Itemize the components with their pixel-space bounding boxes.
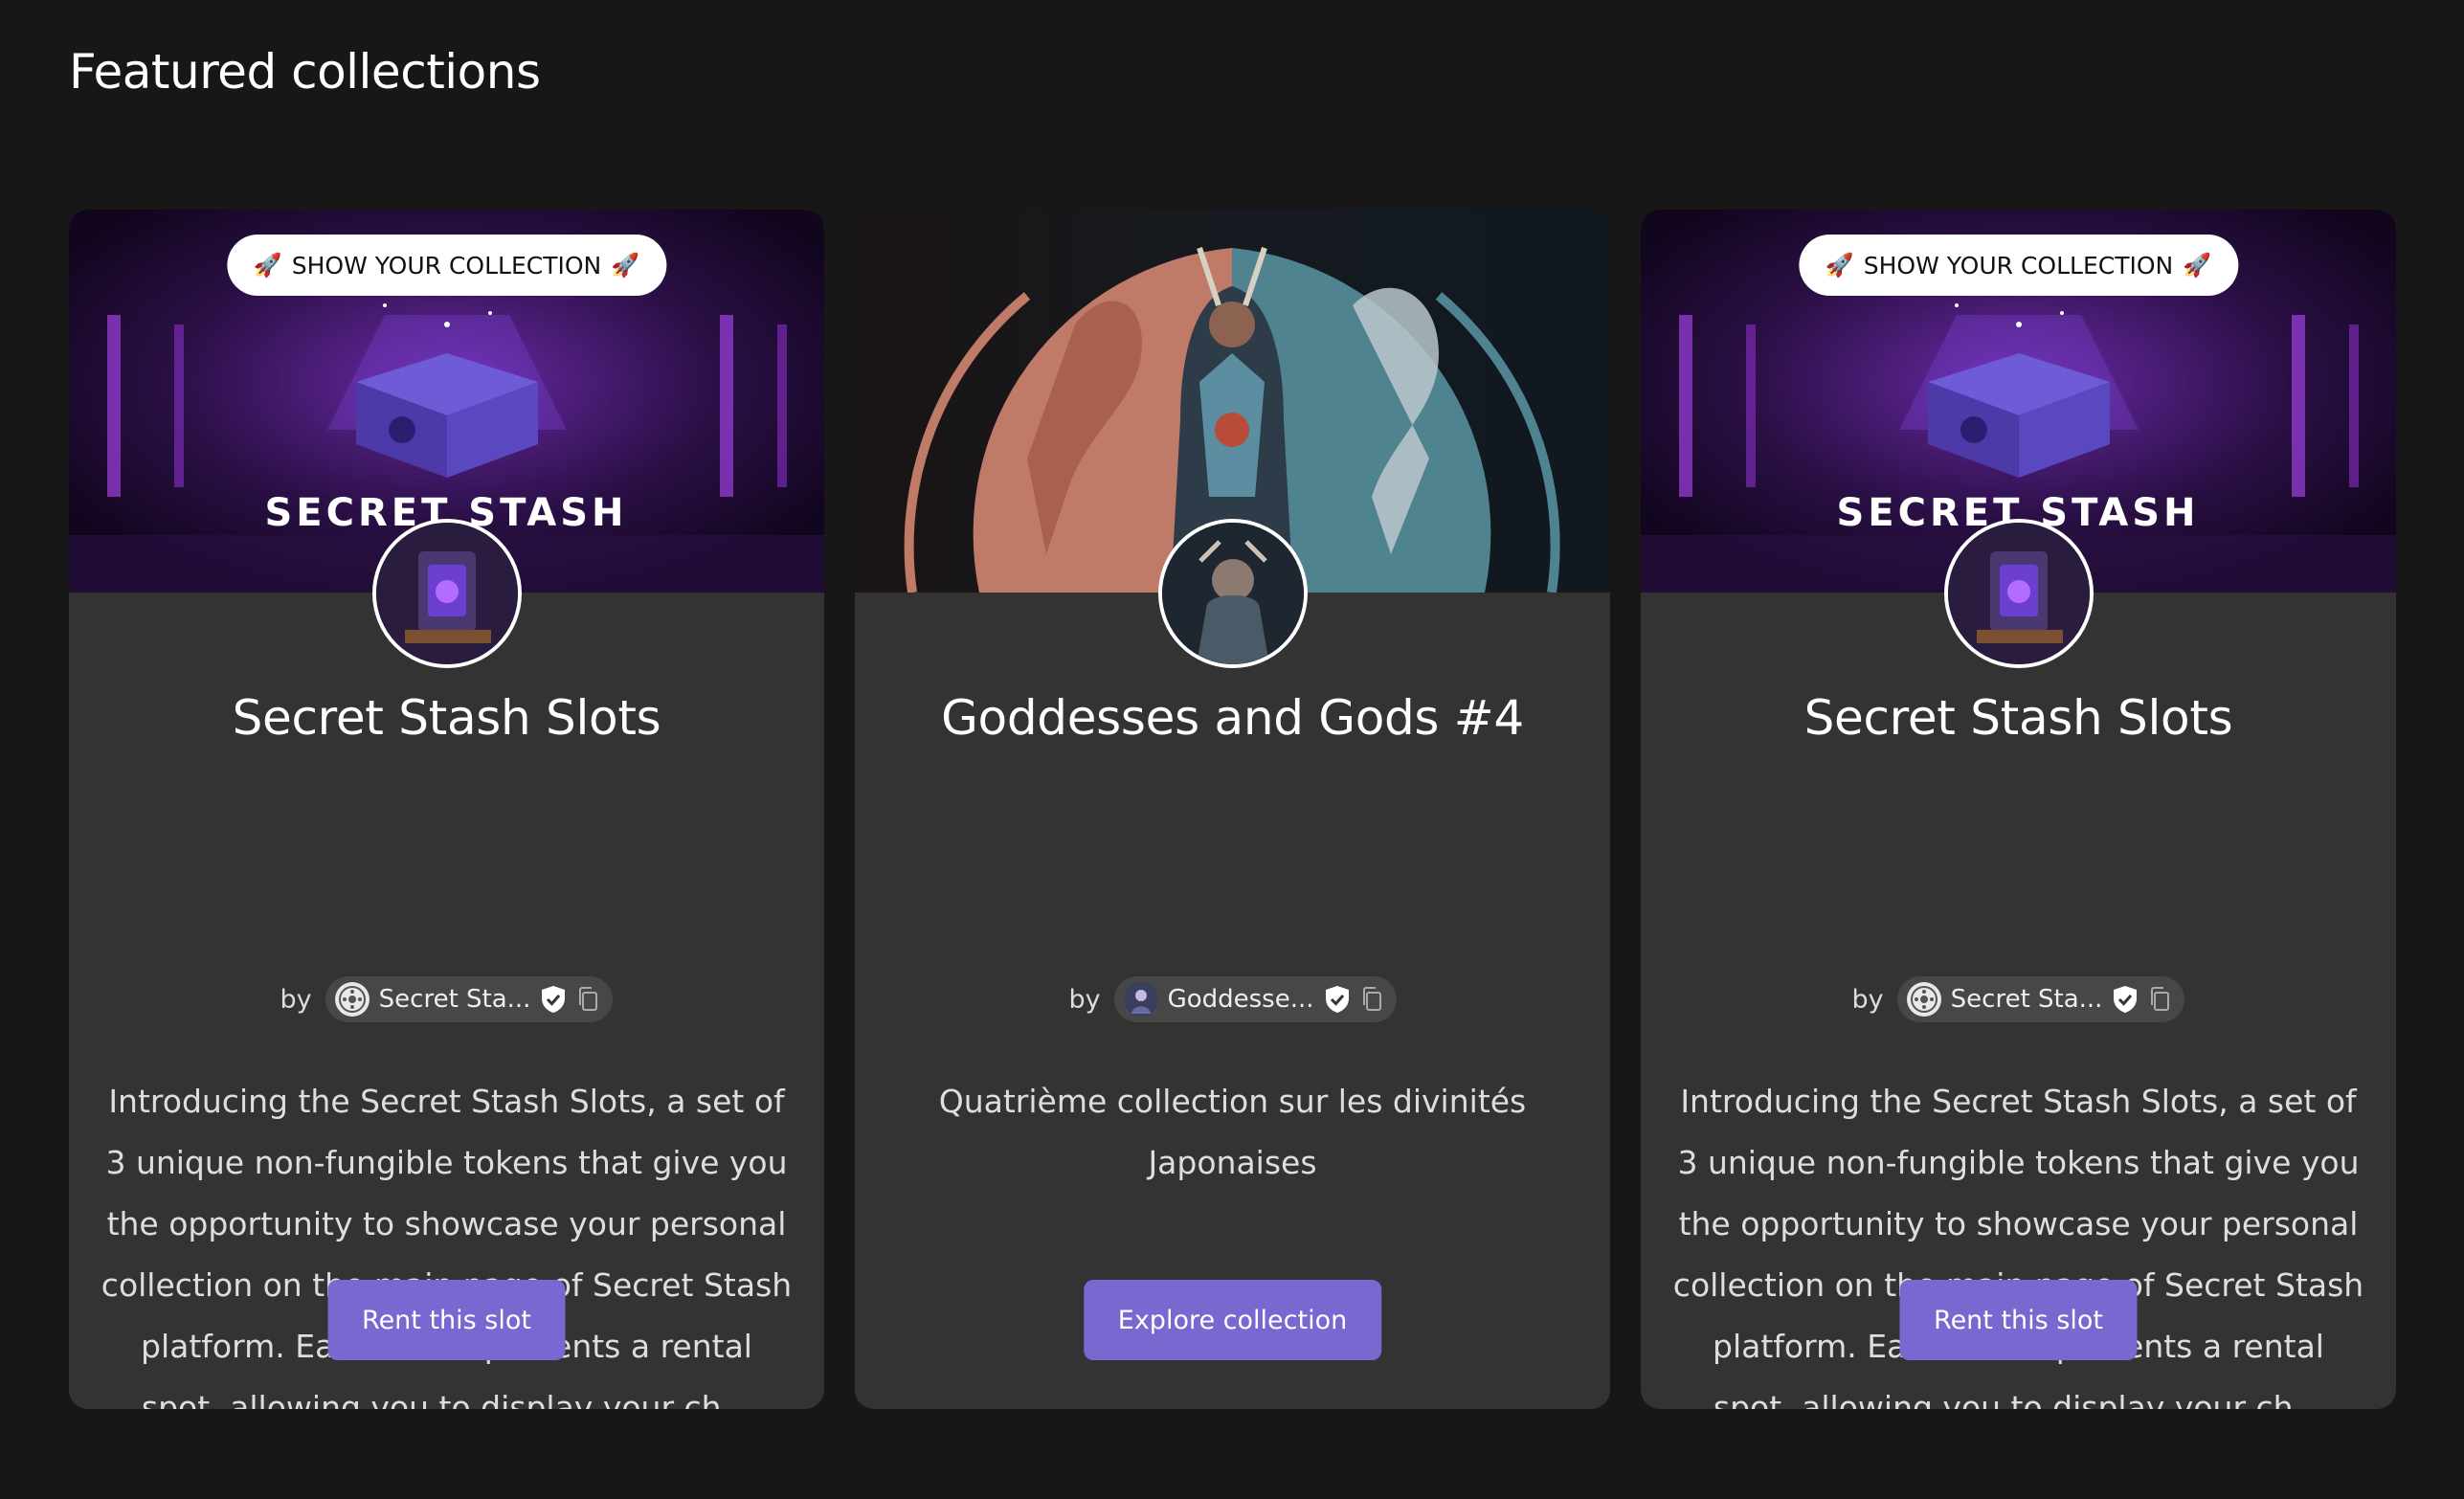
by-label: by [1068,984,1101,1015]
verified-shield-icon [2114,986,2138,1013]
collection-avatar[interactable] [1157,519,1308,668]
creator-chip[interactable]: Goddesse... [1113,976,1397,1022]
creator-name: Secret Sta... [1950,985,2103,1014]
collection-cards: SECRET STASH 🚀 SHOW YOUR COLLECTION 🚀 Se… [69,210,2396,1409]
copy-icon[interactable] [2148,986,2171,1013]
collection-title: Goddesses and Gods #4 [941,690,1524,746]
collection-description: Quatrième collection sur les divinités J… [938,1083,1527,1181]
creator-chip[interactable]: Secret Sta... [1896,976,2185,1022]
creator-avatar [1123,982,1158,1017]
creator-row: by Goddesse... [855,976,1610,1022]
creator-avatar [334,982,370,1017]
verified-shield-icon [542,986,566,1013]
rocket-icon: 🚀 [253,252,282,279]
rocket-icon: 🚀 [611,252,640,279]
creator-row: by Secret Sta... [69,976,824,1022]
creator-name: Secret Sta... [378,985,531,1014]
rocket-icon: 🚀 [2183,252,2212,279]
collection-card[interactable]: Goddesses and Gods #4 by Goddesse... Qua… [855,210,1610,1409]
verified-shield-icon [1325,986,1349,1013]
creator-row: by Secret Sta... [1641,976,2396,1022]
badge-label: SHOW YOUR COLLECTION [291,251,602,280]
show-collection-badge[interactable]: 🚀 SHOW YOUR COLLECTION 🚀 [1798,235,2239,296]
copy-icon[interactable] [576,986,599,1013]
featured-collections-page: Featured collections SECRET STASH 🚀 SHOW… [0,0,2464,1499]
collection-avatar[interactable] [371,519,522,668]
rocket-icon: 🚀 [1825,252,1854,279]
section-title: Featured collections [69,44,541,100]
by-label: by [280,984,312,1015]
creator-chip[interactable]: Secret Sta... [325,976,614,1022]
explore-collection-button[interactable]: Explore collection [1083,1280,1382,1360]
creator-name: Goddesse... [1167,985,1314,1014]
badge-label: SHOW YOUR COLLECTION [1863,251,2174,280]
collection-title: Secret Stash Slots [232,690,661,746]
rent-slot-button[interactable]: Rent this slot [327,1280,566,1360]
collection-card[interactable]: SECRET STASH 🚀 SHOW YOUR COLLECTION 🚀 Se… [1641,210,2396,1409]
collection-card[interactable]: SECRET STASH 🚀 SHOW YOUR COLLECTION 🚀 Se… [69,210,824,1409]
by-label: by [1851,984,1884,1015]
collection-title: Secret Stash Slots [1803,690,2233,746]
show-collection-badge[interactable]: 🚀 SHOW YOUR COLLECTION 🚀 [226,235,667,296]
rent-slot-button[interactable]: Rent this slot [1899,1280,2138,1360]
creator-avatar [1906,982,1941,1017]
copy-icon[interactable] [1360,986,1383,1013]
collection-avatar[interactable] [1943,519,2094,668]
